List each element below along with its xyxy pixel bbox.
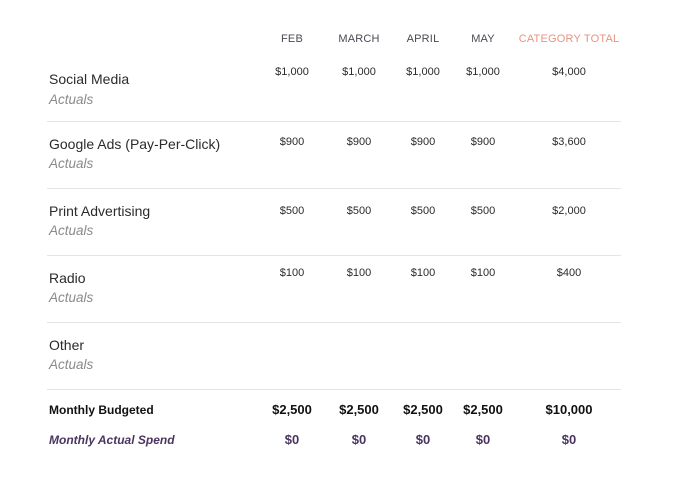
cell-category-total: $3,600 [552, 136, 586, 148]
category-row-other: Other Actuals [0, 332, 676, 388]
category-row-radio: Radio Actuals $100 $100 $100 $100 $400 [0, 265, 676, 321]
actual-category-total: $0 [561, 432, 577, 447]
category-actuals-label: Actuals [49, 357, 94, 372]
category-name: Google Ads (Pay-Per-Click) [49, 136, 221, 152]
budgeted-category-total: $10,000 [545, 402, 593, 417]
category-row-print-advertising: Print Advertising Actuals $500 $500 $500… [0, 198, 676, 254]
cell-category-total: $2,000 [552, 205, 586, 217]
category-row-social-media: Social Media Actuals $1,000 $1,000 $1,00… [0, 64, 676, 120]
category-actuals-label: Actuals [49, 290, 94, 305]
budget-table: FEB MARCH APRIL MAY CATEGORY TOTAL Socia… [0, 0, 676, 487]
monthly-actual-spend-label: Monthly Actual Spend [49, 433, 175, 447]
category-name: Print Advertising [49, 203, 151, 219]
row-divider [47, 322, 621, 323]
monthly-actual-spend-row: Monthly Actual Spend $0 $0 $0 $0 $0 [0, 432, 676, 452]
row-divider [47, 255, 621, 256]
category-actuals-label: Actuals [49, 223, 94, 238]
row-divider [47, 121, 621, 122]
row-divider [47, 389, 621, 390]
column-header-category-total: CATEGORY TOTAL [518, 33, 620, 45]
category-actuals-label: Actuals [49, 92, 94, 107]
monthly-budgeted-row: Monthly Budgeted $2,500 $2,500 $2,500 $2… [0, 402, 676, 422]
category-row-google-ads: Google Ads (Pay-Per-Click) Actuals $900 … [0, 131, 676, 187]
category-name: Other [49, 337, 85, 353]
category-name: Radio [49, 270, 86, 286]
cell-category-total: $4,000 [552, 66, 586, 78]
column-header-row: FEB MARCH APRIL MAY CATEGORY TOTAL [0, 32, 676, 48]
cell-category-total: $400 [556, 267, 582, 279]
row-divider [47, 188, 621, 189]
category-name: Social Media [49, 71, 130, 87]
category-actuals-label: Actuals [49, 156, 94, 171]
monthly-budgeted-label: Monthly Budgeted [49, 403, 154, 417]
